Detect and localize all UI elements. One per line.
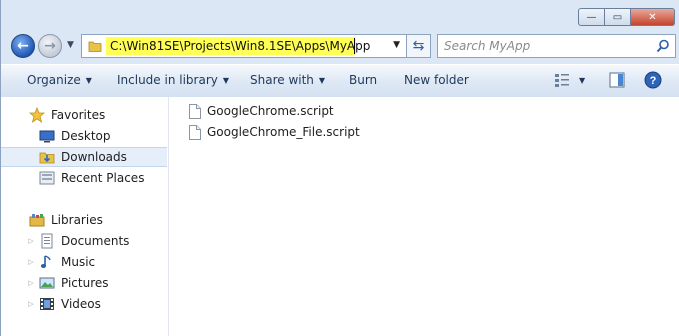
tree-favorites[interactable]: Favorites [1,105,167,125]
search-icon[interactable] [656,39,670,53]
expand-arrow-icon[interactable]: ▷ [27,237,35,245]
sidebar-item-pictures[interactable]: ▷ Pictures [1,273,167,293]
view-options-icon[interactable] [553,71,571,89]
view-dropdown-icon[interactable]: ▼ [579,76,585,85]
include-in-library-menu[interactable]: Include in library ▼ [117,73,229,87]
tree-favorites-label: Favorites [51,108,106,122]
preview-pane-icon[interactable] [608,71,626,89]
sidebar-item-label: Downloads [61,150,127,164]
sidebar-item-label: Pictures [61,276,109,290]
libraries-icon [29,214,45,227]
sidebar-item-label: Videos [61,297,101,311]
desktop-icon [39,130,55,143]
tree-libraries-label: Libraries [51,213,103,227]
sidebar-item-label: Recent Places [61,171,145,185]
file-item[interactable]: GoogleChrome_File.script [189,122,360,142]
file-item[interactable]: GoogleChrome.script [189,101,334,121]
sidebar-item-label: Music [61,255,96,269]
pictures-icon [39,277,55,289]
chevron-down-icon: ▼ [222,76,230,85]
share-with-label: Share with [250,73,314,87]
recent-locations-dropdown[interactable]: ▼ [67,40,74,50]
chevron-down-icon: ▼ [318,76,326,85]
organize-label: Organize [27,73,81,87]
minimize-button[interactable]: — [578,8,605,26]
address-bar[interactable]: C:\Win81SE\Projects\Win8.1SE\Apps\MyApp … [81,34,407,58]
sidebar-item-downloads[interactable]: Downloads [1,147,167,167]
file-name: GoogleChrome_File.script [207,125,360,139]
expand-arrow-icon[interactable]: ▷ [27,279,35,287]
navigation-pane: Favorites Desktop Downloads Recent Place… [1,97,169,336]
file-list: GoogleChrome.script GoogleChrome_File.sc… [169,97,679,336]
search-box[interactable]: Search MyApp [437,34,676,58]
forward-button[interactable]: → [38,34,62,58]
text-caret [354,38,355,54]
videos-icon [40,298,54,310]
sidebar-item-documents[interactable]: ▷ Documents [1,231,167,251]
share-with-menu[interactable]: Share with ▼ [250,73,325,87]
sidebar-item-label: Desktop [61,129,111,143]
sidebar-item-music[interactable]: ▷ Music [1,252,167,272]
forward-arrow-icon: → [44,38,56,54]
expand-arrow-icon[interactable]: ▷ [27,300,35,308]
caption-buttons: — ▭ ✕ [578,8,675,26]
file-icon [189,124,201,140]
expand-arrow-icon[interactable]: ▷ [27,258,35,266]
maximize-button[interactable]: ▭ [605,8,631,26]
file-icon [189,103,201,119]
sidebar-item-label: Documents [61,234,130,248]
help-icon[interactable]: ? [644,71,662,89]
organize-menu[interactable]: Organize ▼ [27,73,92,87]
file-name: GoogleChrome.script [207,104,334,118]
command-bar: Organize ▼ Include in library ▼ Share with… [1,64,679,98]
new-folder-button[interactable]: New folder [404,73,469,87]
include-in-library-label: Include in library [117,73,218,87]
address-text[interactable]: C:\Win81SE\Projects\Win8.1SE\Apps\MyApp [110,39,370,53]
music-icon [40,255,51,268]
search-placeholder[interactable]: Search MyApp [444,39,530,53]
sidebar-item-videos[interactable]: ▷ Videos [1,294,167,314]
refresh-button[interactable]: ⇆ [407,34,431,58]
recent-places-icon [39,171,55,185]
back-arrow-icon: ← [17,38,29,54]
address-dropdown-icon[interactable]: ▼ [393,40,400,50]
documents-icon [41,233,53,249]
tree-libraries[interactable]: Libraries [1,210,167,230]
downloads-icon [39,152,55,164]
folder-icon [88,41,102,52]
sidebar-item-recent-places[interactable]: Recent Places [1,168,167,188]
sidebar-item-desktop[interactable]: Desktop [1,126,167,146]
svg-text:?: ? [650,75,657,87]
refresh-icon: ⇆ [412,38,425,54]
navigation-bar: ← → ▼ C:\Win81SE\Projects\Win8.1SE\Apps\… [9,34,676,60]
chevron-down-icon: ▼ [85,76,92,85]
explorer-window: — ▭ ✕ ← → ▼ C:\Win81SE\Projects\Win8.1SE… [0,0,679,336]
back-button[interactable]: ← [11,34,35,58]
burn-button[interactable]: Burn [349,73,377,87]
close-button[interactable]: ✕ [631,8,675,26]
star-icon [29,107,45,123]
